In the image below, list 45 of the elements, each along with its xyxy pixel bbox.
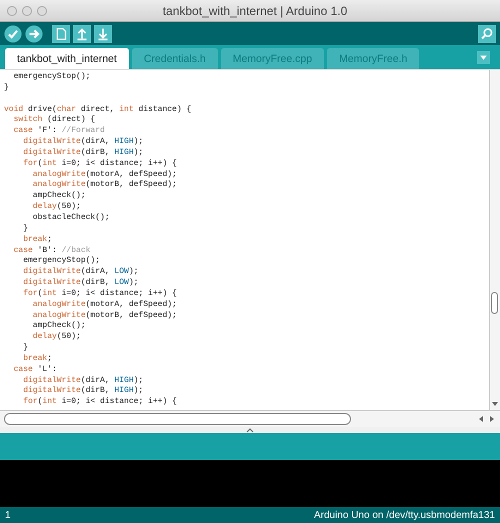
line-number: 1 [5,510,11,520]
scroll-thumb[interactable] [491,292,498,314]
search-icon[interactable] [478,24,496,42]
code-line: digitalWrite(dirB, HIGH); [22,148,144,157]
code-line: } [22,224,28,233]
verify-check-icon[interactable] [4,24,22,42]
file-tab[interactable]: tankbot_with_internet [5,48,129,69]
code-line: digitalWrite(dirB, HIGH); [22,386,144,396]
code-line: for(int i=0; i< distance; i++) { [22,158,177,168]
code-line: analogWrite(motorA, defSpeed); [32,170,177,179]
code-line: case 'F': //Forward [12,126,105,136]
new-document-icon[interactable] [52,24,70,42]
code-line: case 'B': //back [12,246,90,254]
code-line: delay(50); [32,202,81,212]
code-line: delay(50); [32,332,81,342]
code-line: obstacleCheck(); [32,212,110,222]
code-line: void drive(char direct, int distance) { [4,104,192,114]
splitter-caret-icon[interactable] [246,428,254,432]
code-line: emergencyStop(); [12,72,90,81]
code-line: emergencyStop(); [22,256,100,266]
code-line: for(int i=0; i< distance; i++) { [22,397,177,406]
board-port-text: Arduino Uno on /dev/tty.usbmodemfa131 [314,510,495,520]
code-line: for(int i=0; i< distance; i++) { [22,288,177,298]
code-line: ampCheck(); [32,321,86,330]
code-line: } [4,82,9,92]
code-line: } [22,343,28,352]
code-line: case 'L': [12,364,57,374]
horizontal-scrollbar[interactable] [4,413,351,425]
code-line: analogWrite(motorB, defSpeed); [32,180,177,190]
code-line: ampCheck(); [32,191,86,200]
code-line: switch (direct) { [12,115,96,124]
scroll-left-arrow-icon[interactable] [477,415,485,423]
window-title: tankbot_with_internet | Arduino 1.0 [162,4,348,18]
scroll-down-arrow-icon[interactable] [491,400,499,408]
code-line: digitalWrite(dirA, HIGH); [22,376,144,385]
code-line: break; [22,234,52,244]
tab-menu-caret-icon[interactable] [477,50,490,64]
code-line: analogWrite(motorA, defSpeed); [32,300,177,309]
scroll-right-arrow-icon[interactable] [488,415,496,423]
code-line: analogWrite(motorB, defSpeed); [32,310,177,320]
code-line: digitalWrite(dirA, HIGH); [22,137,144,146]
code-line: digitalWrite(dirA, LOW); [22,267,138,276]
code-line: digitalWrite(dirB, LOW); [22,278,138,288]
vertical-scrollbar[interactable] [489,70,500,410]
code-line: break; [22,354,52,363]
